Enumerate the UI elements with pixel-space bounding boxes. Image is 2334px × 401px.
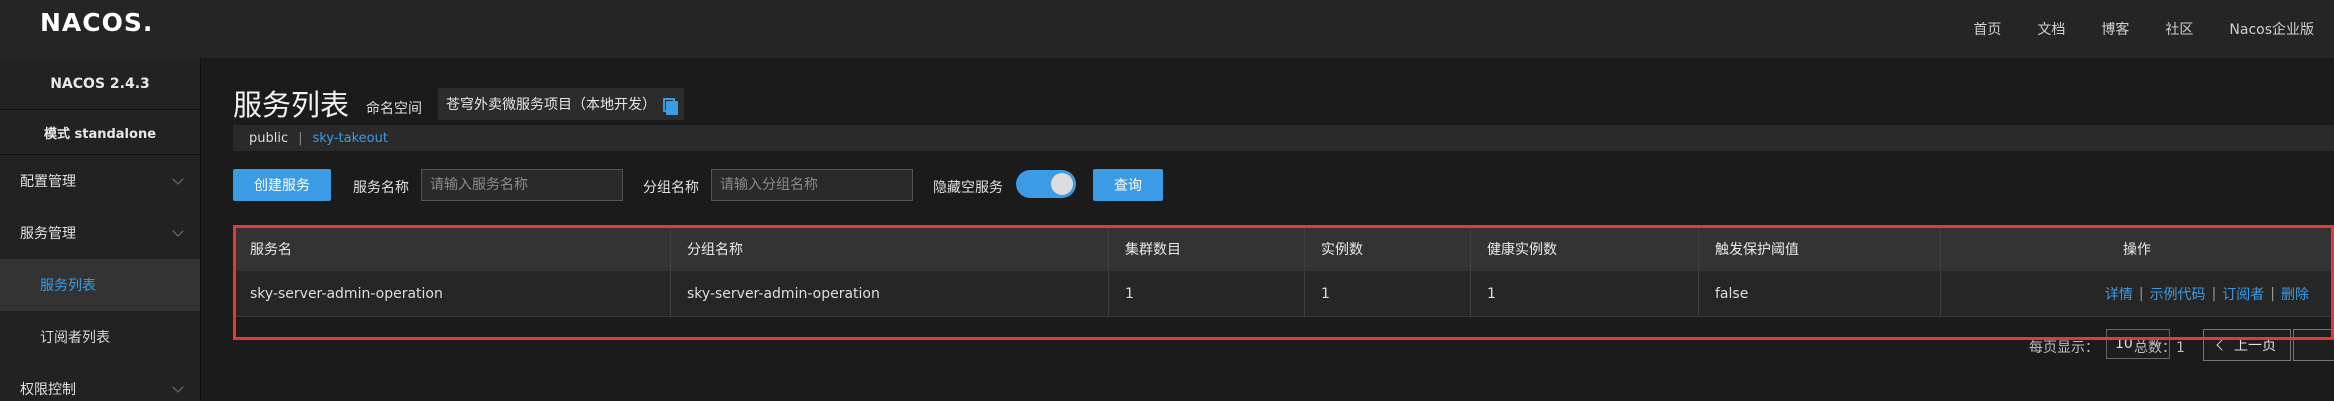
namespace-label: 命名空间 <box>366 101 422 117</box>
top-navbar: NACOS. 首页 文档 博客 社区 Nacos企业版 <box>0 0 2334 58</box>
subscribers-link[interactable]: 订阅者 <box>2222 284 2264 304</box>
service-table: 服务名 分组名称 集群数目 实例数 健康实例数 触发保护阈值 操作 sky-se… <box>234 225 2333 317</box>
service-name-input[interactable] <box>421 169 623 201</box>
column-header: 触发保护阈值 <box>1699 226 1941 271</box>
top-nav-links: 首页 文档 博客 社区 Nacos企业版 <box>1973 0 2334 58</box>
column-header: 服务名 <box>234 226 671 271</box>
column-header: 实例数 <box>1305 226 1471 271</box>
cell-group-name: sky-server-admin-operation <box>671 271 1109 316</box>
sidebar-item-label: 配置管理 <box>20 174 76 190</box>
group-name-label: 分组名称 <box>643 180 699 196</box>
op-separator: | <box>2270 285 2275 302</box>
chevron-left-icon <box>2216 339 2228 351</box>
namespace-sky-takeout[interactable]: sky-takeout <box>313 131 388 146</box>
cell-protect-threshold: false <box>1699 271 1941 316</box>
namespace-value: 苍穹外卖微服务项目（本地开发） <box>446 97 656 113</box>
hide-empty-label: 隐藏空服务 <box>933 180 1003 196</box>
sidebar-item-service-list[interactable]: 服务列表 <box>0 259 200 311</box>
main-content: 服务列表 命名空间 苍穹外卖微服务项目（本地开发） public | sky-t… <box>201 58 2334 401</box>
sidebar-version: NACOS 2.4.3 <box>0 58 200 110</box>
sidebar-item-label: 权限控制 <box>20 382 76 398</box>
cell-healthy-count: 1 <box>1471 271 1699 316</box>
sidebar-item-config-management[interactable]: 配置管理 <box>0 155 200 207</box>
prev-page-label: 上一页 <box>2234 338 2276 354</box>
cell-service-name: sky-server-admin-operation <box>234 271 671 316</box>
query-button[interactable]: 查询 <box>1093 169 1163 201</box>
page-size-label: 每页显示： <box>2029 340 2099 356</box>
column-header: 分组名称 <box>671 226 1109 271</box>
namespace-separator: | <box>298 130 303 146</box>
hide-empty-toggle[interactable] <box>1016 170 1076 198</box>
cell-operations: 详情 | 示例代码 | 订阅者 | 删除 <box>1941 271 2333 316</box>
page-title: 服务列表 <box>233 88 350 122</box>
chevron-down-icon <box>172 381 184 393</box>
namespace-public[interactable]: public <box>249 131 288 146</box>
group-name-input[interactable] <box>711 169 913 201</box>
filter-bar: 创建服务 服务名称 分组名称 隐藏空服务 查询 <box>233 169 2233 203</box>
sidebar-item-access-control[interactable]: 权限控制 <box>0 363 200 401</box>
column-header: 健康实例数 <box>1471 226 1699 271</box>
table-row: sky-server-admin-operation sky-server-ad… <box>234 271 2333 317</box>
table-header: 服务名 分组名称 集群数目 实例数 健康实例数 触发保护阈值 操作 <box>234 225 2333 271</box>
nav-enterprise-link[interactable]: Nacos企业版 <box>2229 19 2314 39</box>
nacos-logo[interactable]: NACOS. <box>40 8 153 37</box>
next-page-button[interactable] <box>2293 329 2334 361</box>
cell-instance-count: 1 <box>1305 271 1471 316</box>
chevron-down-icon <box>172 173 184 185</box>
sample-code-link[interactable]: 示例代码 <box>2150 284 2206 304</box>
op-separator: | <box>2138 285 2144 302</box>
sidebar: NACOS 2.4.3 模式 standalone 配置管理 服务管理 服务列表… <box>0 58 201 401</box>
create-service-button[interactable]: 创建服务 <box>233 169 331 201</box>
namespace-switcher: public | sky-takeout <box>233 125 2334 151</box>
toggle-knob <box>1051 173 1073 195</box>
sidebar-item-service-management[interactable]: 服务管理 <box>0 207 200 259</box>
nav-home-link[interactable]: 首页 <box>1973 19 2001 39</box>
nav-community-link[interactable]: 社区 <box>2165 19 2193 39</box>
nav-blog-link[interactable]: 博客 <box>2101 19 2129 39</box>
op-separator: | <box>2211 285 2217 302</box>
column-header: 操作 <box>2123 241 2151 258</box>
pagination: 每页显示： 10 总数：1 上一页 <box>201 328 2334 362</box>
details-link[interactable]: 详情 <box>2105 284 2133 304</box>
prev-page-button[interactable]: 上一页 <box>2203 329 2291 361</box>
chevron-down-icon <box>172 225 184 237</box>
column-header: 集群数目 <box>1109 226 1305 271</box>
sidebar-mode: 模式 standalone <box>0 110 200 155</box>
namespace-current: 苍穹外卖微服务项目（本地开发） <box>438 88 684 120</box>
sidebar-item-subscriber-list[interactable]: 订阅者列表 <box>0 311 200 363</box>
total-count: 总数：1 <box>2134 340 2185 356</box>
cell-cluster-count: 1 <box>1109 271 1305 316</box>
page-size-value: 10 <box>2115 336 2133 352</box>
sidebar-item-label: 服务管理 <box>20 226 76 242</box>
delete-link[interactable]: 删除 <box>2281 284 2309 304</box>
copy-icon[interactable] <box>662 97 678 115</box>
service-name-label: 服务名称 <box>353 180 409 196</box>
nav-docs-link[interactable]: 文档 <box>2037 19 2065 39</box>
